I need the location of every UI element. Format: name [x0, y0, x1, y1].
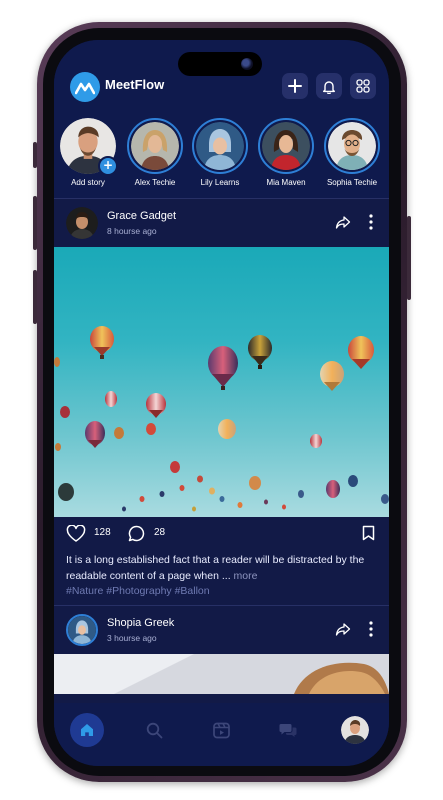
story-label: Add story: [71, 178, 105, 187]
home-icon: [81, 724, 93, 736]
more-link[interactable]: more: [234, 570, 258, 582]
avatar: [341, 716, 369, 744]
story-item[interactable]: Alex Techie: [122, 118, 188, 187]
avatar: [262, 122, 310, 170]
meetflow-logo-icon: [70, 72, 100, 102]
create-button[interactable]: [282, 73, 308, 99]
post-author[interactable]: Shopia Greek: [107, 617, 174, 629]
more-vertical-icon[interactable]: [369, 621, 373, 637]
post-header: Grace Gadget 8 hourse ago: [54, 199, 389, 247]
avatar[interactable]: [66, 207, 98, 239]
notifications-button[interactable]: [316, 73, 342, 99]
more-vertical-icon[interactable]: [369, 214, 373, 230]
story-add[interactable]: + Add story: [55, 118, 121, 187]
stories-bar: + Add story Alex Techie Lily Learns Mia …: [54, 118, 389, 198]
plus-icon: [288, 79, 302, 93]
chat-icon: [279, 724, 297, 737]
story-item[interactable]: Sophia Techie: [319, 118, 385, 187]
story-label: Lily Learns: [200, 178, 240, 187]
post-time: 3 hourse ago: [107, 633, 157, 643]
story-label: Mia Maven: [266, 178, 306, 187]
nav-search[interactable]: [137, 713, 171, 747]
comment-count: 28: [154, 527, 166, 538]
comment-icon[interactable]: [128, 525, 145, 542]
add-story-plus-icon: +: [98, 156, 118, 176]
post-photo: [54, 654, 389, 694]
post-author[interactable]: Grace Gadget: [107, 210, 176, 222]
avatar: [328, 122, 376, 170]
grid-icon: [356, 79, 370, 93]
bottom-nav: [54, 703, 389, 766]
nav-messages[interactable]: [271, 713, 305, 747]
share-icon[interactable]: [335, 622, 351, 637]
post-image[interactable]: [54, 654, 389, 694]
feed: Grace Gadget 8 hourse ago 128 28 It is a…: [54, 198, 389, 703]
volume-up-button: [33, 196, 37, 250]
app-name: MeetFlow: [105, 77, 165, 92]
volume-down-button: [33, 270, 37, 324]
like-count: 128: [94, 527, 111, 538]
nav-reels[interactable]: [204, 713, 238, 747]
story-label: Sophia Techie: [326, 178, 378, 187]
post-time: 8 hourse ago: [107, 226, 157, 236]
story-item[interactable]: Lily Learns: [187, 118, 253, 187]
mute-switch: [33, 142, 37, 168]
nav-profile[interactable]: [338, 713, 372, 747]
share-icon[interactable]: [335, 215, 351, 230]
post-caption: It is a long established fact that a rea…: [54, 547, 389, 599]
heart-icon[interactable]: [66, 525, 86, 542]
dynamic-island: [178, 52, 262, 76]
post-header: Shopia Greek 3 hourse ago: [54, 606, 389, 654]
post-actions: 128 28: [54, 517, 389, 547]
post-tags[interactable]: #Nature #Photography #Ballon: [66, 585, 210, 597]
power-button: [407, 216, 411, 300]
video-icon: [212, 722, 230, 738]
post-image[interactable]: [54, 247, 389, 517]
avatar: [196, 122, 244, 170]
bell-icon: [323, 80, 335, 94]
app-screen: MeetFlow + Add story Alex Techie Lily Le…: [54, 40, 389, 766]
apps-button[interactable]: [350, 73, 376, 99]
avatar: [131, 122, 179, 170]
bookmark-icon[interactable]: [362, 525, 375, 541]
search-icon: [146, 722, 162, 738]
avatar[interactable]: [66, 614, 98, 646]
story-label: Alex Techie: [134, 178, 176, 187]
story-item[interactable]: Mia Maven: [253, 118, 319, 187]
hot-air-balloons-photo: [54, 326, 389, 512]
caption-text: It is a long established fact that a rea…: [66, 554, 365, 582]
nav-home[interactable]: [70, 713, 104, 747]
